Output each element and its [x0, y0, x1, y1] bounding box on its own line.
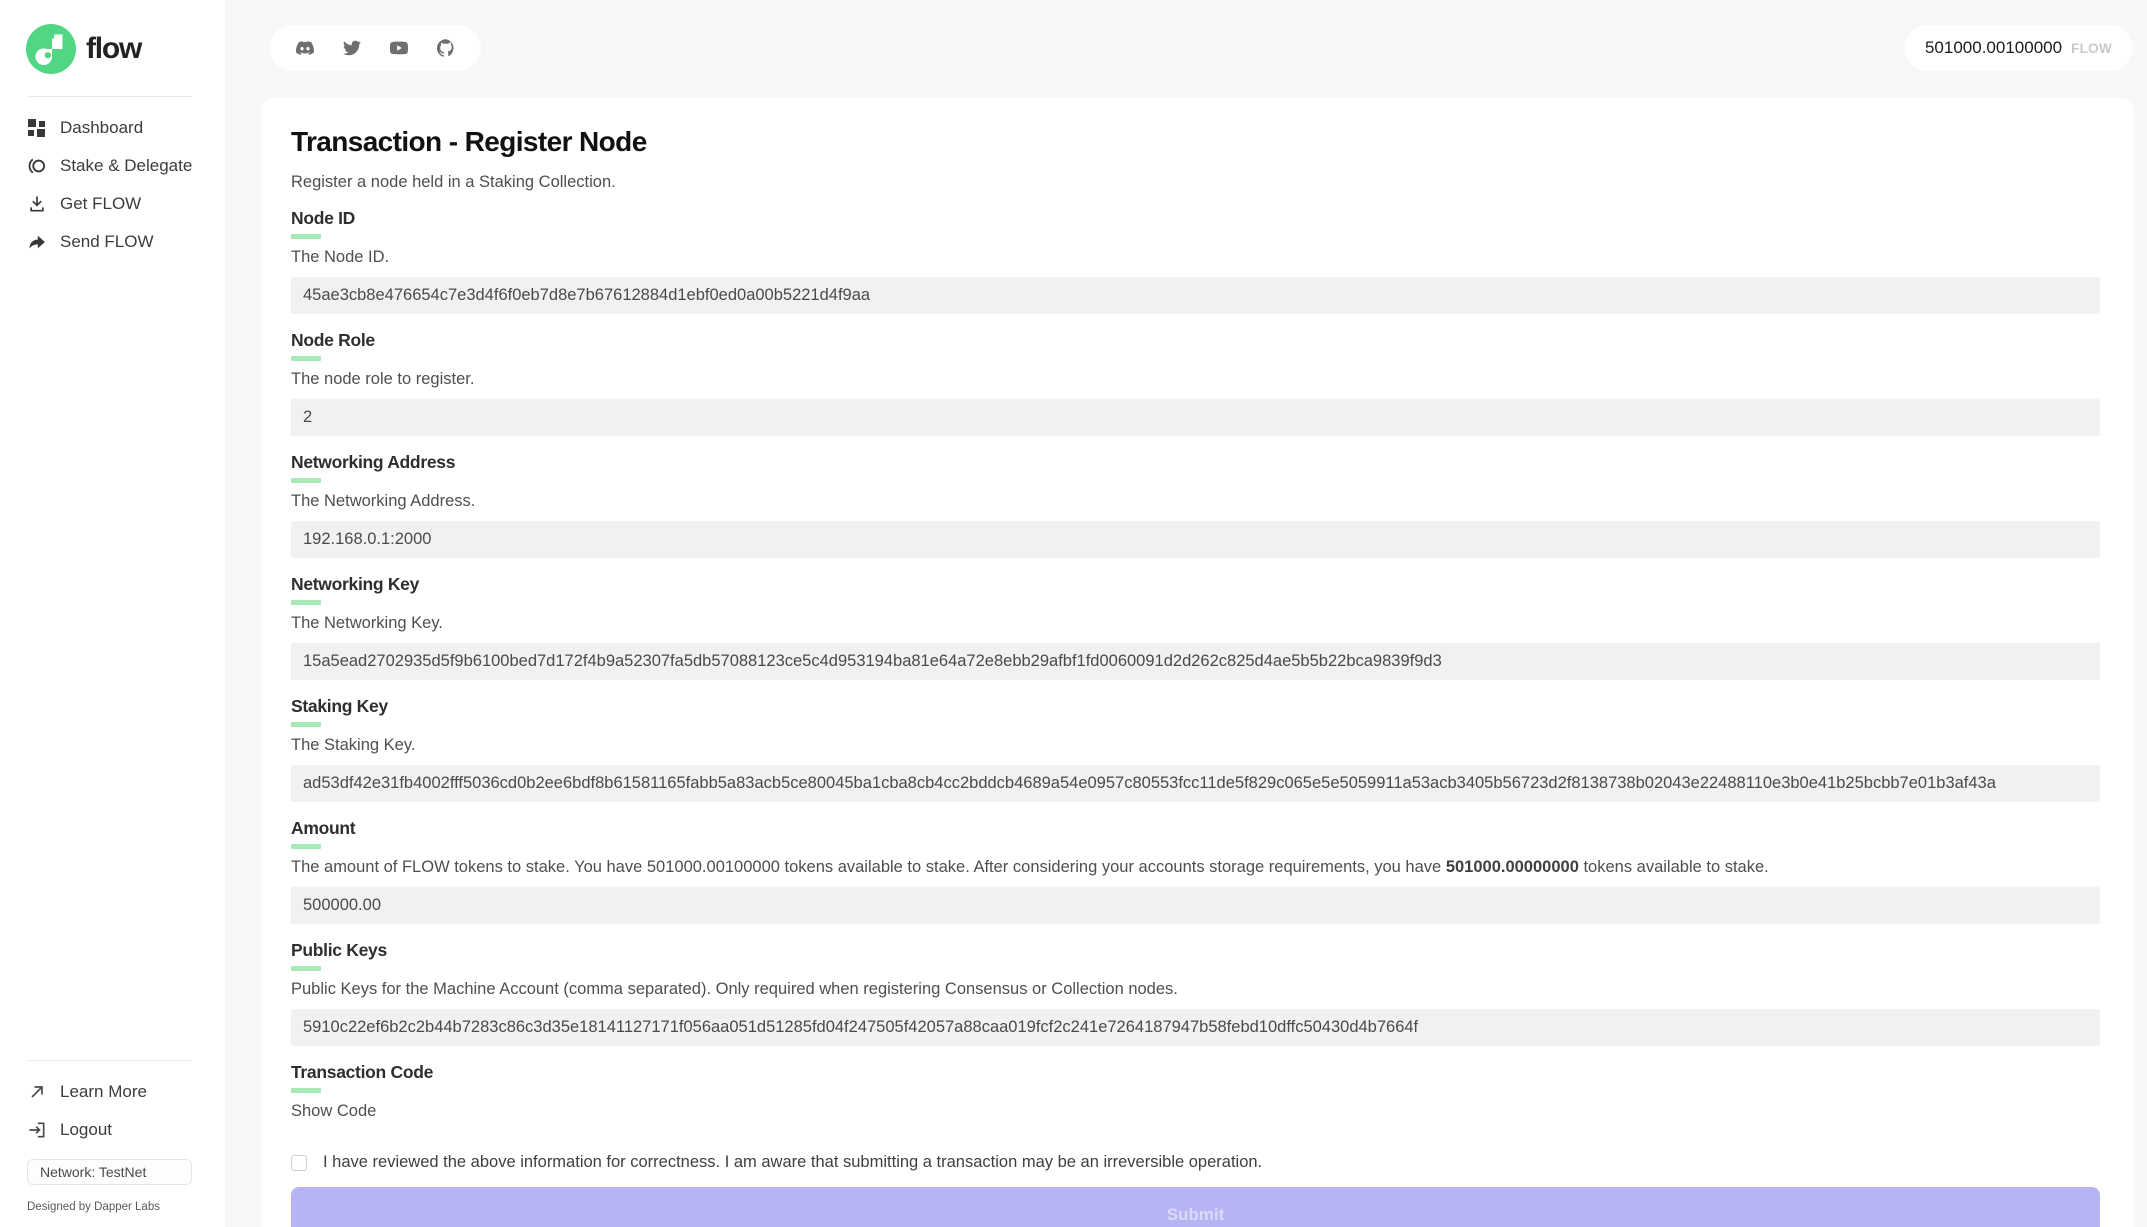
sidebar-item-label: Dashboard — [60, 118, 143, 138]
label-underline — [291, 844, 321, 849]
sidebar-divider-top — [27, 96, 192, 97]
logout-icon — [27, 1120, 47, 1140]
field-description: The node role to register. — [291, 370, 2100, 389]
amount-available-bold: 501000.00000000 — [1446, 858, 1579, 876]
field-public-keys: Public Keys Public Keys for the Machine … — [291, 940, 2100, 1046]
field-description: The Staking Key. — [291, 736, 2100, 755]
submit-button[interactable]: Submit — [291, 1187, 2100, 1227]
page-title: Transaction - Register Node — [291, 126, 2100, 158]
field-node-role: Node Role The node role to register. — [291, 330, 2100, 436]
learn-more-label: Learn More — [60, 1082, 147, 1102]
label-underline — [291, 1088, 321, 1093]
credit-text: Designed by Dapper Labs — [0, 1185, 225, 1213]
confirmation-label: I have reviewed the above information fo… — [323, 1153, 1262, 1172]
field-networking-address: Networking Address The Networking Addres… — [291, 452, 2100, 558]
confirmation-row: I have reviewed the above information fo… — [291, 1153, 2100, 1172]
youtube-icon[interactable] — [390, 39, 408, 57]
field-label: Transaction Code — [291, 1062, 2100, 1083]
field-label: Node ID — [291, 208, 2100, 229]
sidebar-spacer — [0, 261, 225, 1058]
label-underline — [291, 722, 321, 727]
page-subtitle: Register a node held in a Staking Collec… — [291, 173, 2100, 192]
field-label: Networking Address — [291, 452, 2100, 473]
field-label: Public Keys — [291, 940, 2100, 961]
networking-key-input[interactable] — [291, 643, 2100, 680]
label-underline — [291, 966, 321, 971]
send-flow-icon — [27, 232, 47, 252]
node-role-input[interactable] — [291, 399, 2100, 436]
topbar: 501000.00100000 FLOW — [225, 0, 2147, 71]
label-underline — [291, 356, 321, 361]
field-description: The Node ID. — [291, 248, 2100, 267]
stake-delegate-icon — [27, 156, 47, 176]
network-badge: Network: TestNet — [27, 1159, 192, 1185]
sidebar-item-stake-delegate[interactable]: Stake & Delegate — [0, 147, 225, 185]
sidebar-item-label: Stake & Delegate — [60, 156, 192, 176]
discord-icon[interactable] — [296, 39, 314, 57]
sidebar-footer: Learn More Logout Network: TestNet Desig… — [0, 1058, 225, 1227]
field-label: Node Role — [291, 330, 2100, 351]
amount-description-tail: tokens available to stake. — [1579, 858, 1769, 876]
field-label: Staking Key — [291, 696, 2100, 717]
field-description: The Networking Address. — [291, 492, 2100, 511]
sidebar: flow Dashboard Stake & Delegate Get FLOW — [0, 0, 225, 1227]
amount-description-text: The amount of FLOW tokens to stake. You … — [291, 858, 1446, 876]
sidebar-divider-bottom — [27, 1060, 192, 1061]
show-code-toggle[interactable]: Show Code — [291, 1102, 376, 1121]
flow-logo-icon — [26, 24, 76, 74]
label-underline — [291, 600, 321, 605]
field-label: Amount — [291, 818, 2100, 839]
account-balance-pill: 501000.00100000 FLOW — [1905, 25, 2132, 71]
flow-logo[interactable]: flow — [0, 18, 225, 94]
field-description: The Networking Key. — [291, 614, 2100, 633]
logout-button[interactable]: Logout — [0, 1111, 225, 1149]
field-staking-key: Staking Key The Staking Key. — [291, 696, 2100, 802]
sidebar-nav: Dashboard Stake & Delegate Get FLOW Send… — [0, 109, 225, 261]
sidebar-item-label: Send FLOW — [60, 232, 154, 252]
confirmation-checkbox[interactable] — [291, 1155, 307, 1171]
field-amount: Amount The amount of FLOW tokens to stak… — [291, 818, 2100, 924]
github-icon[interactable] — [437, 39, 455, 57]
sidebar-item-dashboard[interactable]: Dashboard — [0, 109, 225, 147]
sidebar-item-send-flow[interactable]: Send FLOW — [0, 223, 225, 261]
field-label: Networking Key — [291, 574, 2100, 595]
balance-currency: FLOW — [2071, 41, 2112, 56]
field-node-id: Node ID The Node ID. — [291, 208, 2100, 314]
section-transaction-code: Transaction Code Show Code — [291, 1062, 2100, 1121]
label-underline — [291, 234, 321, 239]
logout-label: Logout — [60, 1120, 112, 1140]
flow-wordmark: flow — [86, 32, 141, 66]
external-link-icon — [27, 1082, 47, 1102]
twitter-icon[interactable] — [343, 39, 361, 57]
field-description: The amount of FLOW tokens to stake. You … — [291, 858, 2100, 877]
amount-input[interactable] — [291, 887, 2100, 924]
transaction-card: Transaction - Register Node Register a n… — [261, 98, 2134, 1227]
public-keys-input[interactable] — [291, 1009, 2100, 1046]
learn-more-link[interactable]: Learn More — [0, 1073, 225, 1111]
node-id-input[interactable] — [291, 277, 2100, 314]
social-links-pill — [270, 25, 481, 71]
main-area: 501000.00100000 FLOW Transaction - Regis… — [225, 0, 2147, 1227]
sidebar-item-label: Get FLOW — [60, 194, 141, 214]
label-underline — [291, 478, 321, 483]
get-flow-icon — [27, 194, 47, 214]
field-networking-key: Networking Key The Networking Key. — [291, 574, 2100, 680]
dashboard-icon — [27, 118, 47, 138]
networking-address-input[interactable] — [291, 521, 2100, 558]
staking-key-input[interactable] — [291, 765, 2100, 802]
balance-amount: 501000.00100000 — [1925, 38, 2062, 58]
sidebar-item-get-flow[interactable]: Get FLOW — [0, 185, 225, 223]
field-description: Public Keys for the Machine Account (com… — [291, 980, 2100, 999]
